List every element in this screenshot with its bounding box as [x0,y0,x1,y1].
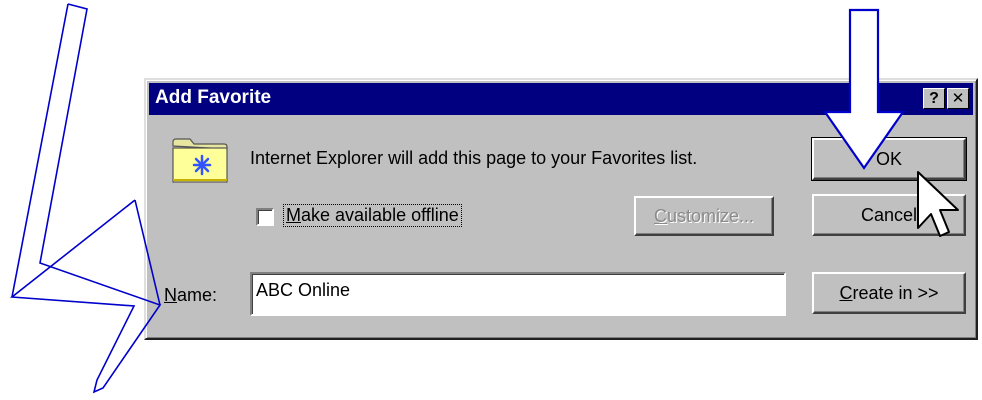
dialog-title: Add Favorite [155,87,272,108]
ok-button[interactable]: OK [811,137,967,181]
favorites-folder-icon [172,138,228,183]
cancel-button[interactable]: Cancel [812,194,966,236]
help-button[interactable]: ? [923,88,945,109]
customize-button[interactable]: Customize... [634,196,774,236]
make-offline-checkbox[interactable] [256,208,274,226]
close-button[interactable]: ✕ [947,88,969,109]
make-offline-label[interactable]: Make available offline [283,204,462,227]
zigzag-arrow-icon [9,3,162,394]
dialog-message: Internet Explorer will add this page to … [250,148,698,168]
name-input[interactable]: ABC Online [250,272,786,316]
create-in-button[interactable]: Create in >> [812,272,966,314]
add-favorite-dialog: Add Favorite ? ✕ Internet Explorer will … [144,78,978,340]
zigzag-arrow-edge [11,3,69,298]
name-label: Name: [164,285,218,305]
title-bar[interactable]: Add Favorite ? ✕ [149,83,973,115]
